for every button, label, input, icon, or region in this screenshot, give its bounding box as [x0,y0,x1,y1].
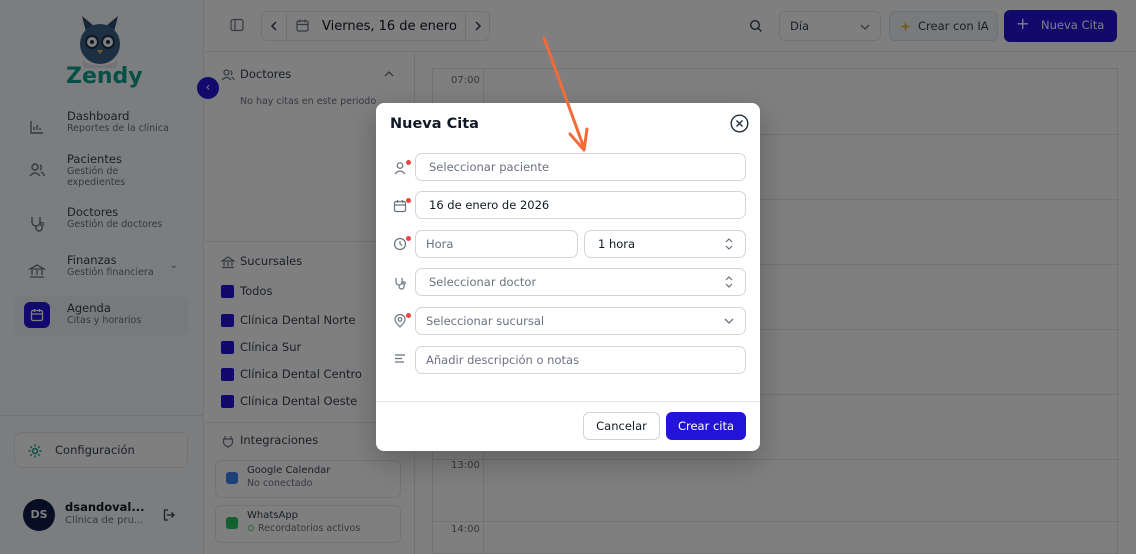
user-icon [394,162,406,175]
chevron-updown-icon [725,276,733,288]
branch-placeholder: Seleccionar sucursal [426,314,545,328]
notes-input[interactable]: Añadir descripción o notas [415,346,746,374]
align-left-icon [395,354,405,363]
map-pin-icon [394,314,406,328]
notes-placeholder: Añadir descripción o notas [426,353,580,367]
time-placeholder: Hora [426,237,454,251]
required-indicator [406,198,411,203]
doctor-placeholder: Seleccionar doctor [429,275,537,289]
duration-select[interactable]: 1 hora [584,230,746,258]
date-field[interactable]: 16 de enero de 2026 [415,191,746,219]
branch-select[interactable]: Seleccionar sucursal [415,307,746,335]
modal-title: Nueva Cita [390,116,479,132]
clock-icon [393,237,407,251]
calendar-icon [393,200,407,213]
date-value: 16 de enero de 2026 [429,198,550,212]
chevron-updown-icon [725,238,733,250]
required-indicator [406,313,411,318]
chevron-down-icon [724,318,734,324]
create-appointment-button[interactable]: Crear cita [666,412,746,440]
patient-placeholder: Seleccionar paciente [429,160,550,174]
doctor-select[interactable]: Seleccionar doctor [415,268,746,296]
time-input[interactable]: Hora [415,230,578,258]
required-indicator [406,236,411,241]
stethoscope-icon [395,278,406,290]
duration-value: 1 hora [598,237,636,251]
cancel-button[interactable]: Cancelar [583,412,660,440]
modal-footer-divider [376,401,760,402]
annotation-arrow-icon [542,36,589,152]
close-icon[interactable] [730,114,749,133]
required-indicator [406,160,411,165]
